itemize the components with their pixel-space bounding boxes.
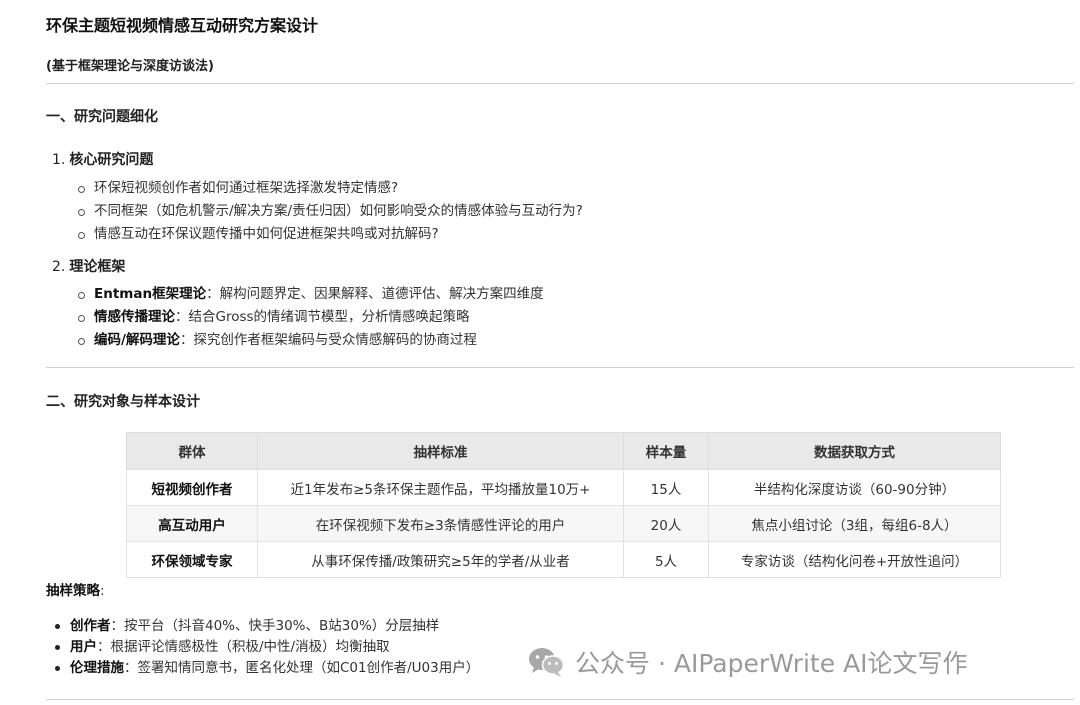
table-cell: 在环保视频下发布≥3条情感性评论的用户 bbox=[257, 505, 624, 542]
sampling-strategy-label: 抽样策略: bbox=[46, 579, 105, 599]
theory-term: Entman框架理论 bbox=[94, 286, 207, 302]
list-item: 编码/解码理论：探究创作者框架编码与受众情感解码的协商过程 bbox=[76, 329, 544, 352]
divider bbox=[46, 699, 1074, 700]
strategy-label-text: 抽样策略 bbox=[46, 583, 100, 599]
table-row: 短视频创作者 近1年发布≥5条环保主题作品，平均播放量10万+ 15人 半结构化… bbox=[126, 469, 1001, 506]
list-item: 情感互动在环保议题传播中如何促进框架共鸣或对抗解码? bbox=[76, 223, 583, 246]
table-cell: 短视频创作者 bbox=[126, 469, 258, 506]
list-item: 伦理措施：签署知情同意书，匿名化处理（如C01创作者/U03用户） bbox=[52, 658, 479, 679]
strategy-desc: ：根据评论情感极性（积极/中性/消极）均衡抽取 bbox=[97, 639, 390, 655]
table-cell: 环保领域专家 bbox=[126, 541, 258, 578]
list-item: 环保短视频创作者如何通过框架选择激发特定情感? bbox=[76, 177, 583, 200]
core-questions-list: 环保短视频创作者如何通过框架选择激发特定情感? 不同框架（如危机警示/解决方案/… bbox=[76, 177, 583, 246]
list-item: 用户：根据评论情感极性（积极/中性/消极）均衡抽取 bbox=[52, 637, 479, 658]
theory-desc: ：探究创作者框架编码与受众情感解码的协商过程 bbox=[179, 332, 477, 348]
table-header-row: 群体 抽样标准 样本量 数据获取方式 bbox=[126, 432, 1001, 470]
wechat-icon bbox=[529, 648, 565, 677]
list-item: 不同框架（如危机警示/解决方案/责任归因）如何影响受众的情感体验与互动行为? bbox=[76, 200, 583, 223]
theory-term: 编码/解码理论 bbox=[94, 332, 180, 348]
strategy-desc: ：按平台（抖音40%、快手30%、B站30%）分层抽样 bbox=[110, 618, 440, 634]
table-cell: 近1年发布≥5条环保主题作品，平均播放量10万+ bbox=[257, 469, 624, 506]
theory-desc: ：解构问题界定、因果解释、道德评估、解决方案四维度 bbox=[206, 286, 544, 302]
column-header: 样本量 bbox=[623, 432, 709, 470]
theory-list: Entman框架理论：解构问题界定、因果解释、道德评估、解决方案四维度 情感传播… bbox=[76, 283, 544, 352]
page-subtitle: (基于框架理论与深度访谈法) bbox=[46, 59, 214, 74]
theory-term: 情感传播理论 bbox=[94, 309, 175, 325]
strategy-colon: : bbox=[100, 583, 105, 599]
list-item: 创作者：按平台（抖音40%、快手30%、B站30%）分层抽样 bbox=[52, 616, 479, 637]
watermark-text: 公众号 · AIPaperWrite AI论文写作 bbox=[575, 649, 968, 678]
theory-desc: ：结合Gross的情绪调节模型，分析情感唤起策略 bbox=[175, 309, 470, 325]
table-cell: 半结构化深度访谈（60-90分钟） bbox=[708, 469, 1001, 506]
subsection-heading-theory: 2. 理论框架 bbox=[52, 256, 125, 276]
subsection-title: 理论框架 bbox=[69, 259, 126, 275]
subsection-number: 1. bbox=[52, 152, 66, 168]
strategy-term: 伦理措施 bbox=[70, 660, 124, 676]
strategy-term: 创作者 bbox=[70, 618, 111, 634]
page-title: 环保主题短视频情感互动研究方案设计 bbox=[46, 16, 319, 35]
subsection-heading-core-questions: 1. 核心研究问题 bbox=[52, 149, 153, 169]
column-header: 数据获取方式 bbox=[708, 432, 1001, 470]
strategy-list: 创作者：按平台（抖音40%、快手30%、B站30%）分层抽样 用户：根据评论情感… bbox=[52, 616, 479, 679]
table-cell: 15人 bbox=[623, 469, 709, 506]
table-row: 高互动用户 在环保视频下发布≥3条情感性评论的用户 20人 焦点小组讨论（3组，… bbox=[126, 505, 1001, 542]
table-cell: 从事环保传播/政策研究≥5年的学者/从业者 bbox=[257, 541, 624, 578]
table-cell: 高互动用户 bbox=[126, 505, 258, 542]
sample-table: 群体 抽样标准 样本量 数据获取方式 短视频创作者 近1年发布≥5条环保主题作品… bbox=[126, 432, 1001, 578]
section-heading-sample-design: 二、研究对象与样本设计 bbox=[46, 394, 200, 410]
column-header: 群体 bbox=[126, 432, 258, 470]
table-cell: 专家访谈（结构化问卷+开放性追问） bbox=[708, 541, 1001, 578]
list-item: Entman框架理论：解构问题界定、因果解释、道德评估、解决方案四维度 bbox=[76, 283, 544, 306]
table-cell: 焦点小组讨论（3组，每组6-8人） bbox=[708, 505, 1001, 542]
column-header: 抽样标准 bbox=[257, 432, 624, 470]
strategy-desc: ：签署知情同意书，匿名化处理（如C01创作者/U03用户） bbox=[124, 660, 480, 676]
table-row: 环保领域专家 从事环保传播/政策研究≥5年的学者/从业者 5人 专家访谈（结构化… bbox=[126, 541, 1001, 578]
subsection-title: 核心研究问题 bbox=[69, 152, 154, 168]
table-cell: 20人 bbox=[623, 505, 709, 542]
divider bbox=[46, 83, 1074, 84]
watermark: 公众号 · AIPaperWrite AI论文写作 bbox=[527, 642, 968, 682]
list-item: 情感传播理论：结合Gross的情绪调节模型，分析情感唤起策略 bbox=[76, 306, 544, 329]
subsection-number: 2. bbox=[52, 259, 66, 275]
section-heading-research-questions: 一、研究问题细化 bbox=[46, 109, 158, 125]
strategy-term: 用户 bbox=[70, 639, 97, 655]
divider bbox=[46, 367, 1074, 368]
table-cell: 5人 bbox=[623, 541, 709, 578]
